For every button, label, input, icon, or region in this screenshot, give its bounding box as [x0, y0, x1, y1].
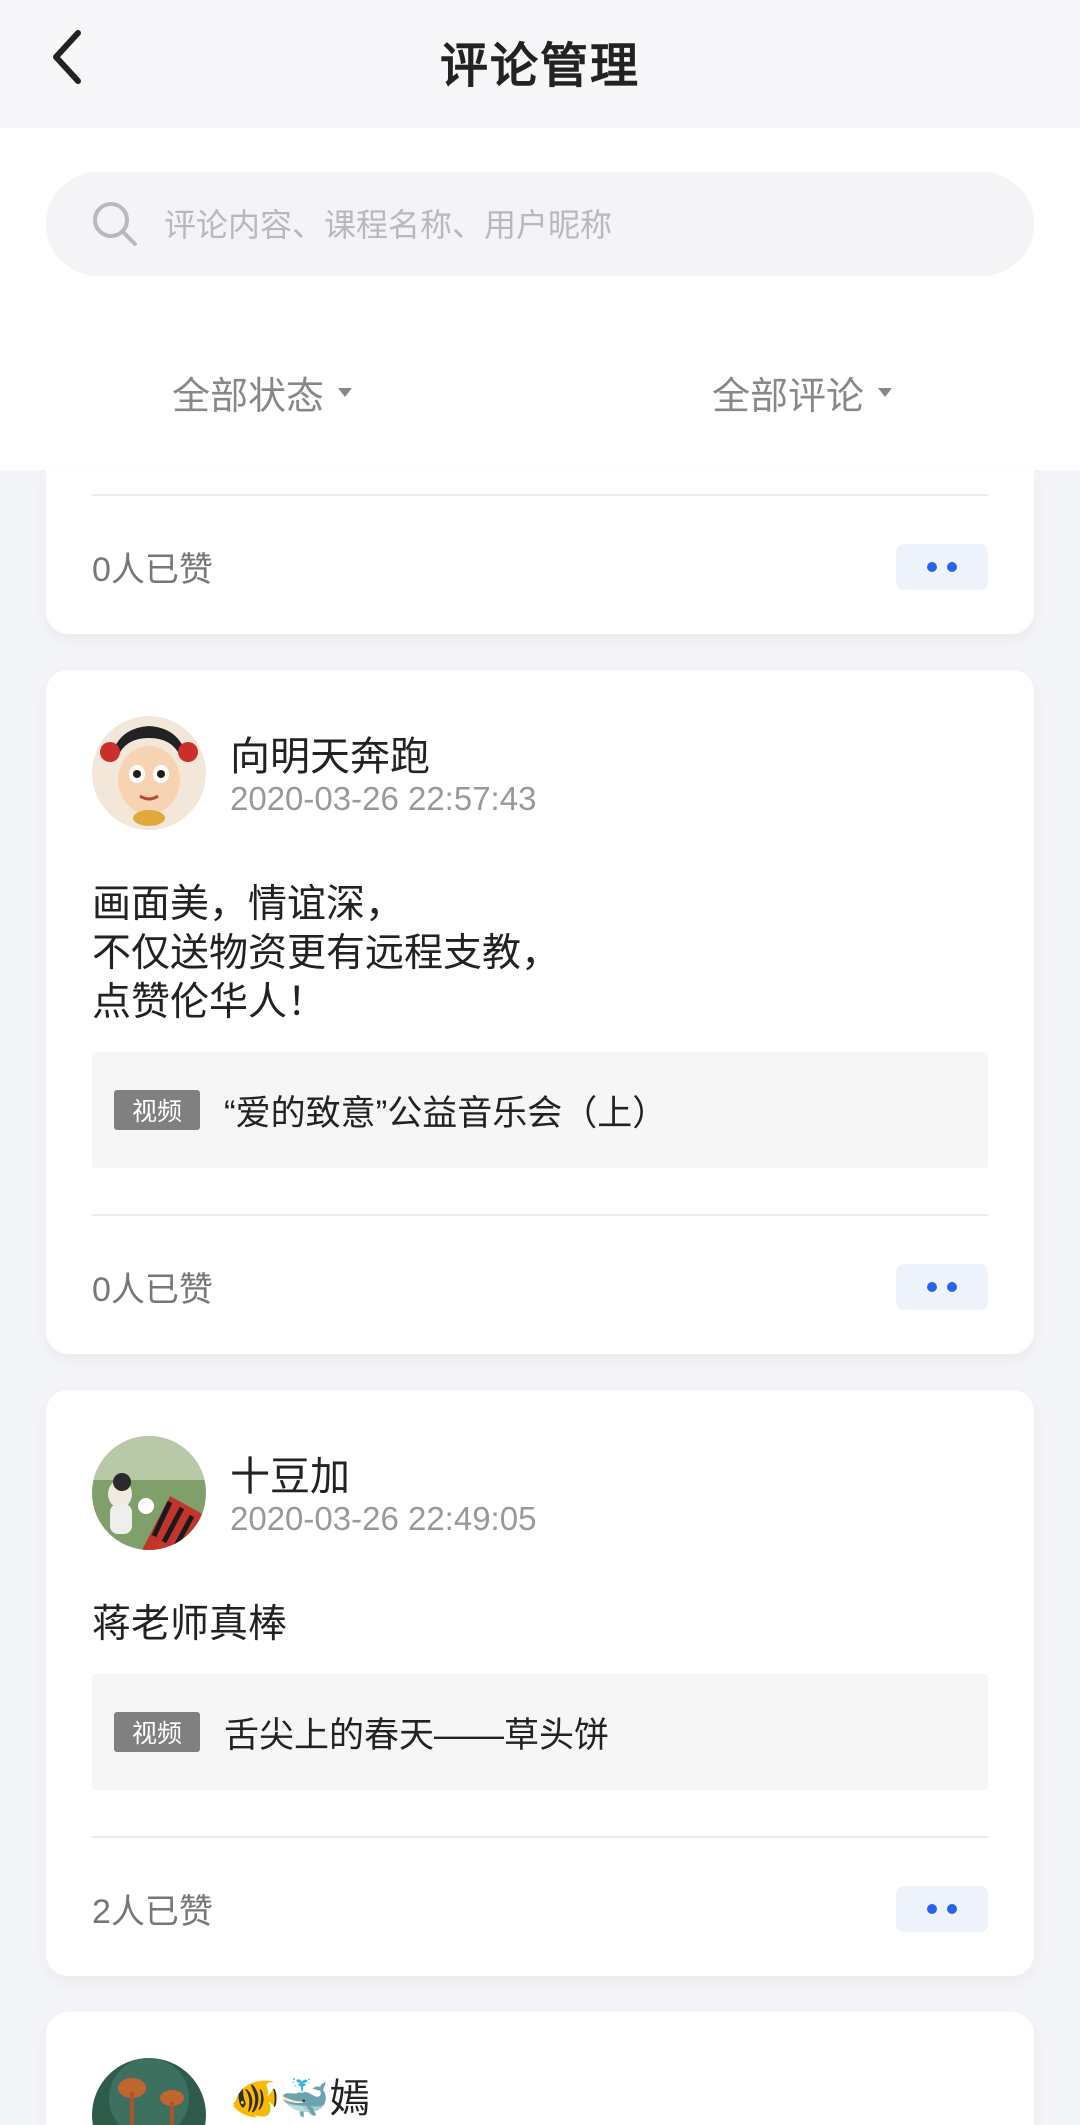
- course-type-tag: 视频: [114, 1090, 200, 1130]
- status-filter-label: 全部状态: [172, 375, 325, 418]
- comment-text: 画面美，情谊深， 不仅送物资更有远程支教， 点赞伦华人！: [92, 880, 972, 1027]
- like-count: 0人已赞: [92, 551, 213, 589]
- username: 🐠🐳嫣: [230, 2077, 370, 2121]
- search-icon: [93, 202, 137, 246]
- username: 向明天奔跑: [230, 735, 430, 779]
- comment-text: 蒋老师真棒: [92, 1600, 972, 1649]
- divider: [92, 1836, 988, 1838]
- course-title: 舌尖上的春天——草头饼: [224, 1716, 610, 1755]
- comment-line: 不仅送物资更有远程支教，: [92, 932, 561, 975]
- status-filter-dropdown[interactable]: 全部状态: [172, 362, 353, 422]
- course-title: “爱的致意”公益音乐会（上）: [224, 1094, 668, 1133]
- caret-down-icon: [338, 387, 353, 397]
- course-link[interactable]: 视频 “爱的致意”公益音乐会（上）: [92, 1052, 988, 1168]
- page-title: 评论管理: [439, 40, 640, 93]
- course-link[interactable]: 视频 舌尖上的春天——草头饼: [92, 1674, 988, 1790]
- comment-time: 2020-03-26 22:57:43: [230, 780, 537, 817]
- comment-line: 蒋老师真棒: [92, 1603, 288, 1646]
- comment-card: 向明天奔跑 2020-03-26 22:57:43 画面美，情谊深， 不仅送物资…: [46, 670, 1034, 1354]
- avatar: [92, 716, 206, 830]
- comment-line: 点赞伦华人！: [92, 981, 327, 1024]
- more-actions-button[interactable]: [896, 544, 988, 590]
- avatar-image: [92, 2058, 206, 2125]
- more-dots-icon: [927, 1904, 937, 1914]
- like-count: 0人已赞: [92, 1271, 213, 1309]
- avatar-image: [92, 1436, 206, 1550]
- more-dots-icon: [927, 562, 937, 572]
- comment-line: 画面美，情谊深，: [92, 883, 405, 926]
- comment-card: 十豆加 2020-03-26 22:49:05 蒋老师真棒 视频 舌尖上的春天—…: [46, 1390, 1034, 1976]
- divider: [92, 1214, 988, 1216]
- more-dots-icon: [927, 1282, 937, 1292]
- search-input[interactable]: [162, 172, 1006, 278]
- username: 十豆加: [230, 1455, 350, 1499]
- page: 评论管理 全部状态 全部评论 0人已赞: [0, 0, 1080, 2125]
- more-actions-button[interactable]: [896, 1886, 988, 1932]
- comment-type-filter-dropdown[interactable]: 全部评论: [712, 362, 893, 422]
- avatar: [92, 1436, 206, 1550]
- divider: [92, 494, 988, 496]
- avatar-image: [92, 716, 206, 830]
- comment-card: 🐠🐳嫣: [46, 2012, 1034, 2125]
- comment-card: 0人已赞: [46, 470, 1034, 634]
- filter-panel: 全部状态 全部评论: [0, 128, 1080, 470]
- search-bar[interactable]: [46, 172, 1034, 278]
- comment-time: 2020-03-26 22:49:05: [230, 1500, 537, 1537]
- avatar: [92, 2058, 206, 2125]
- like-count: 2人已赞: [92, 1893, 213, 1931]
- caret-down-icon: [878, 387, 893, 397]
- more-actions-button[interactable]: [896, 1264, 988, 1310]
- comment-type-filter-label: 全部评论: [712, 375, 865, 418]
- course-type-tag: 视频: [114, 1712, 200, 1752]
- navigation-bar: 评论管理: [0, 0, 1080, 128]
